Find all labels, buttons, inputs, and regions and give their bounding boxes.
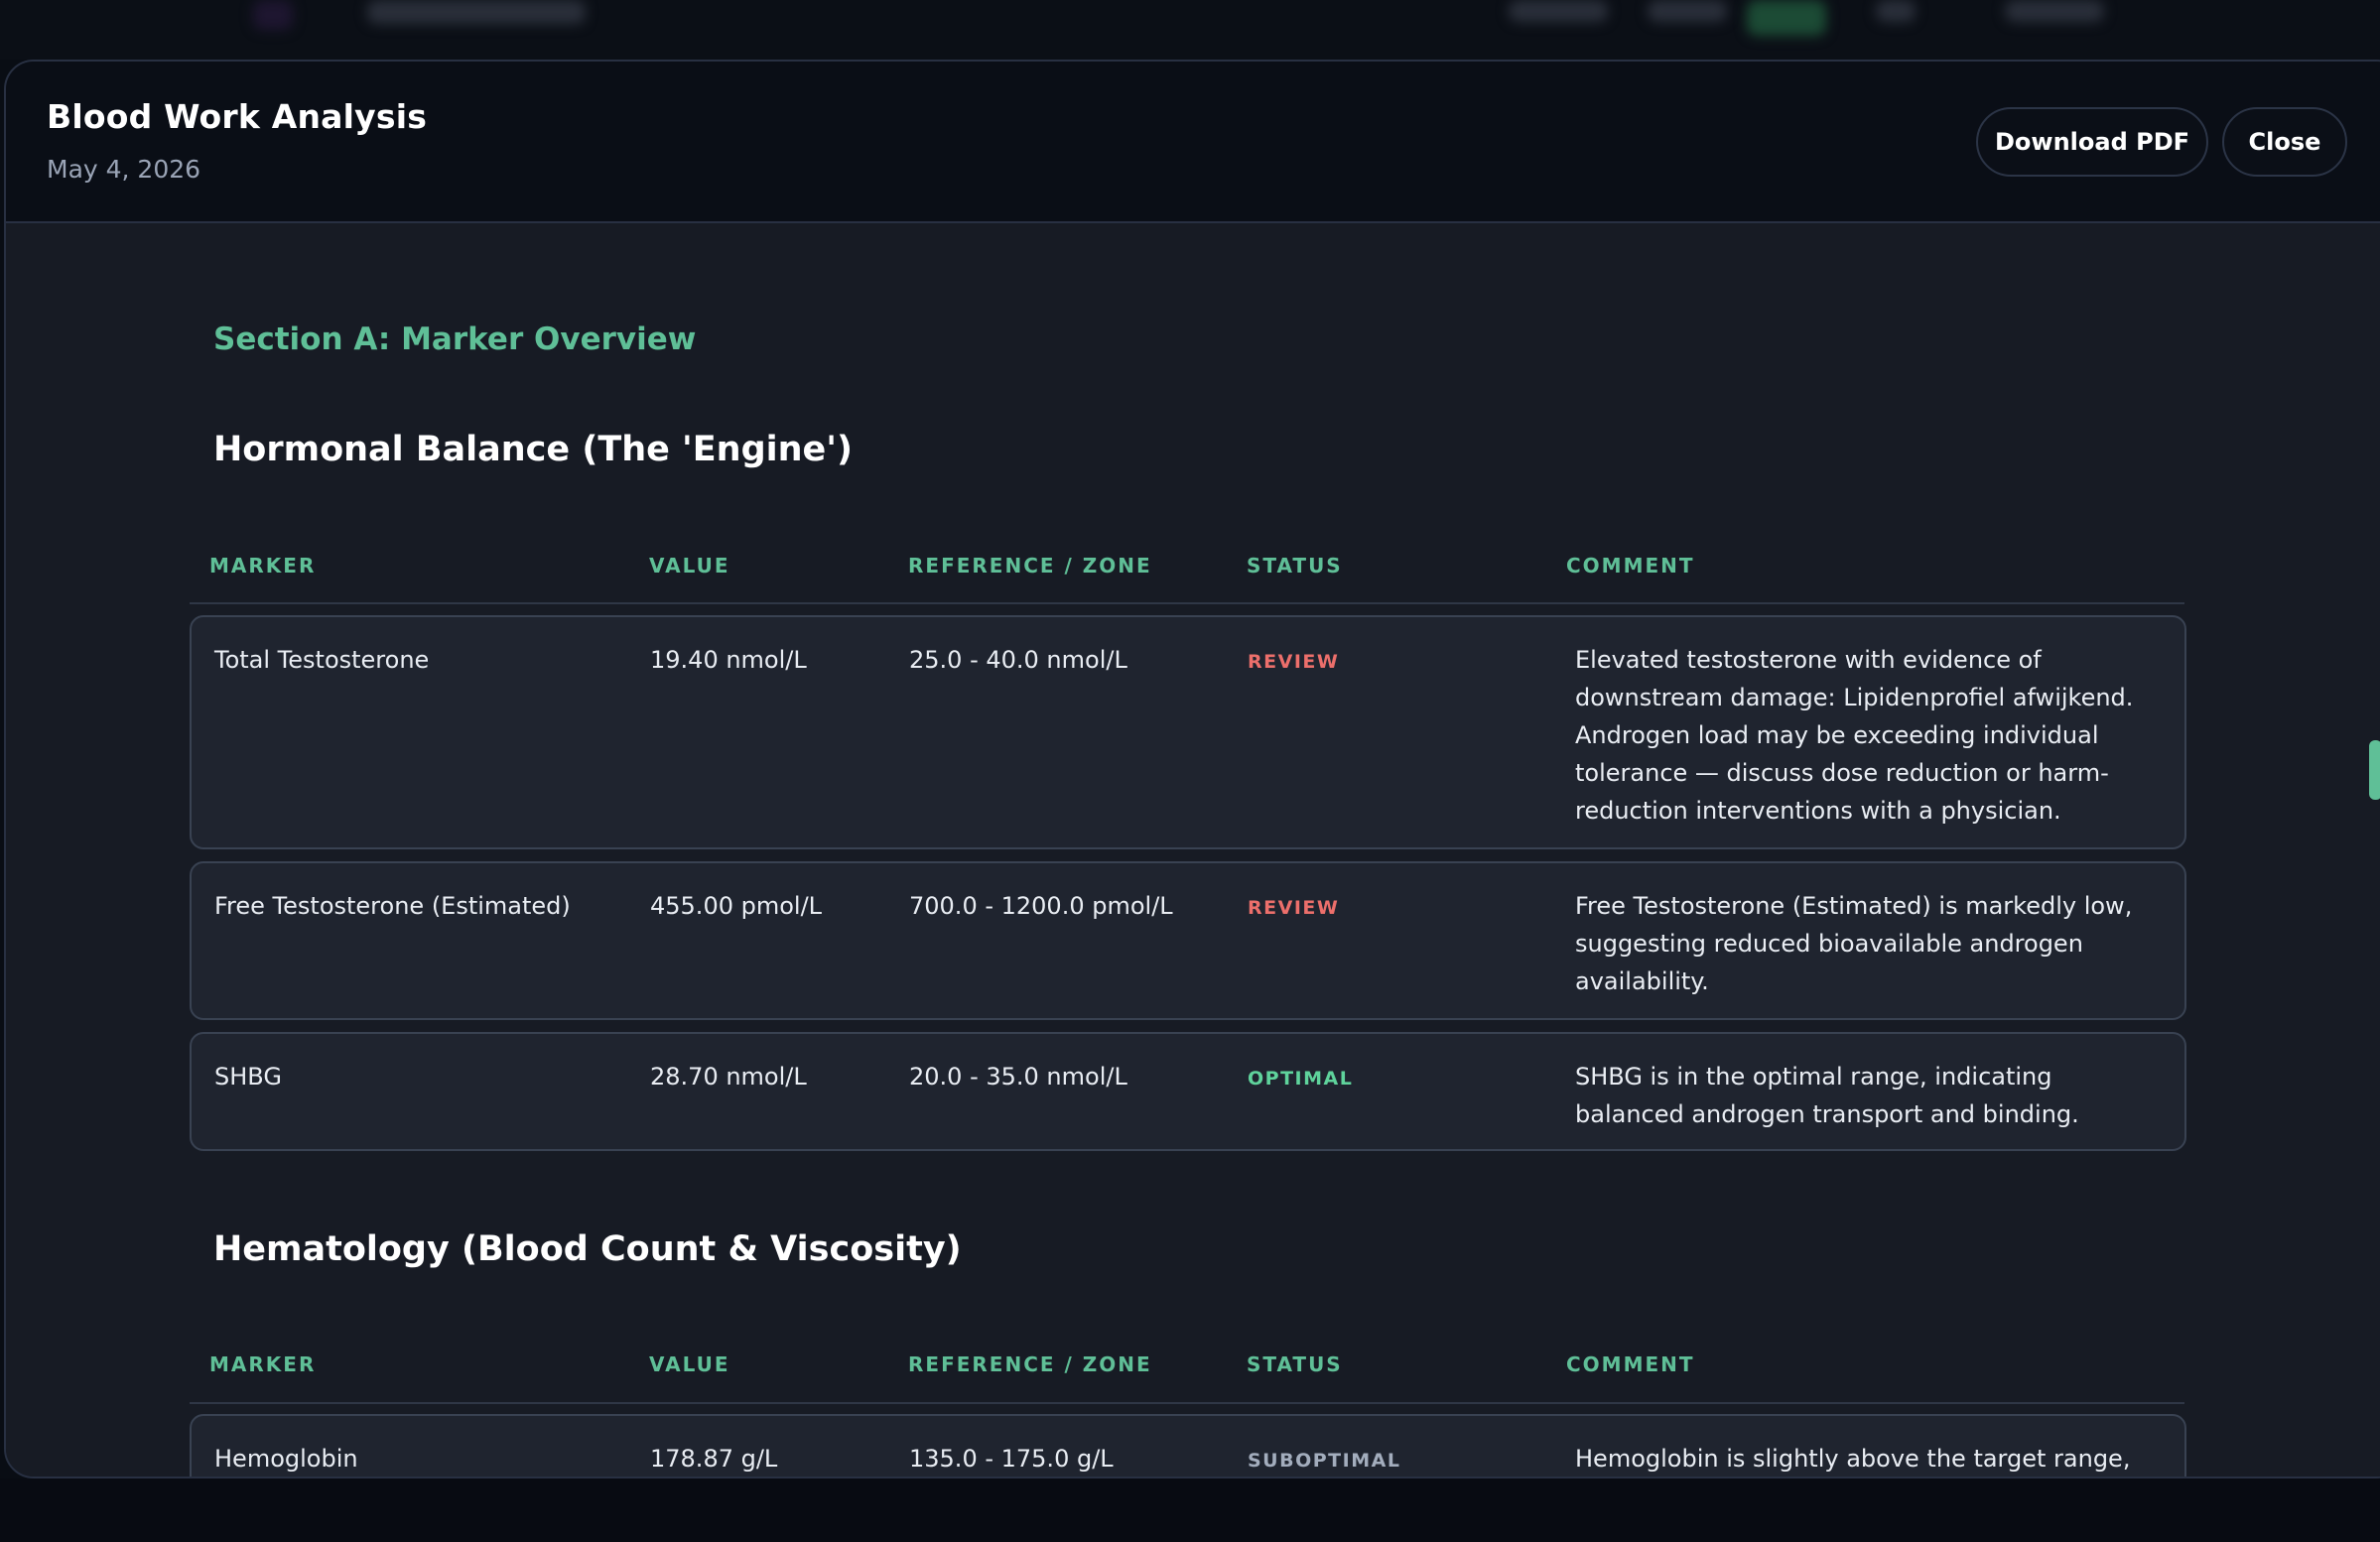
background-nav-item-active <box>1747 0 1826 36</box>
table-row: SHBG 28.70 nmol/L 20.0 - 35.0 nmol/L OPT… <box>190 1032 2186 1151</box>
report-date: May 4, 2026 <box>47 155 201 184</box>
marker-comment: Free Testosterone (Estimated) is markedl… <box>1575 892 2133 995</box>
marker-comment: SHBG is in the optimal range, indicating… <box>1575 1063 2079 1128</box>
group-title-hormonal: Hormonal Balance (The 'Engine') <box>213 430 853 469</box>
table-row: Hemoglobin 178.87 g/L 135.0 - 175.0 g/L … <box>190 1414 2186 1477</box>
status-badge: REVIEW <box>1248 651 1340 673</box>
status-badge: OPTIMAL <box>1248 1068 1354 1090</box>
column-header-marker: MARKER <box>209 1352 317 1376</box>
marker-reference: 25.0 - 40.0 nmol/L <box>909 646 1127 674</box>
table-row: Total Testosterone 19.40 nmol/L 25.0 - 4… <box>190 615 2186 849</box>
background-nav-item <box>1648 0 1727 22</box>
scrollbar-thumb[interactable] <box>2369 740 2380 800</box>
blood-work-modal: Blood Work Analysis May 4, 2026 Download… <box>4 60 2380 1478</box>
column-header-value: VALUE <box>649 554 730 578</box>
column-header-value: VALUE <box>649 1352 730 1376</box>
marker-comment: Hemoglobin is slightly above the target … <box>1575 1445 2131 1473</box>
marker-comment: Elevated testosterone with evidence of d… <box>1575 646 2134 825</box>
marker-name: Hemoglobin <box>214 1445 358 1473</box>
section-title: Section A: Marker Overview <box>213 321 697 357</box>
marker-reference: 700.0 - 1200.0 pmol/L <box>909 892 1173 920</box>
background-footer <box>0 1478 2380 1542</box>
group-title-hematology: Hematology (Blood Count & Viscosity) <box>213 1229 962 1269</box>
marker-reference: 20.0 - 35.0 nmol/L <box>909 1063 1127 1091</box>
background-nav-icon <box>1876 0 1916 22</box>
column-header-status: STATUS <box>1247 554 1343 578</box>
marker-value: 28.70 nmol/L <box>650 1063 807 1091</box>
close-button[interactable]: Close <box>2222 107 2347 177</box>
modal-header: Blood Work Analysis May 4, 2026 Download… <box>6 62 2380 223</box>
status-badge: REVIEW <box>1248 897 1340 919</box>
marker-reference: 135.0 - 175.0 g/L <box>909 1445 1114 1473</box>
modal-body[interactable]: Section A: Marker Overview Hormonal Bala… <box>6 225 2380 1477</box>
column-header-reference: REFERENCE / ZONE <box>908 1352 1152 1376</box>
column-header-comment: COMMENT <box>1566 554 1695 578</box>
background-nav-item <box>1509 0 1608 22</box>
background-app-bar <box>0 0 2380 60</box>
background-logo <box>253 0 293 30</box>
marker-name: Free Testosterone (Estimated) <box>214 892 571 920</box>
marker-name: SHBG <box>214 1063 282 1091</box>
background-nav-item <box>2005 0 2104 22</box>
marker-name: Total Testosterone <box>214 646 430 674</box>
header-divider <box>190 602 2184 604</box>
header-divider <box>190 1402 2184 1404</box>
download-pdf-button[interactable]: Download PDF <box>1976 107 2208 177</box>
column-header-marker: MARKER <box>209 554 317 578</box>
marker-value: 178.87 g/L <box>650 1445 778 1473</box>
status-badge: SUBOPTIMAL <box>1248 1450 1401 1472</box>
marker-value: 19.40 nmol/L <box>650 646 807 674</box>
modal-title: Blood Work Analysis <box>47 97 428 136</box>
column-header-reference: REFERENCE / ZONE <box>908 554 1152 578</box>
marker-value: 455.00 pmol/L <box>650 892 823 920</box>
table-row: Free Testosterone (Estimated) 455.00 pmo… <box>190 861 2186 1020</box>
column-header-comment: COMMENT <box>1566 1352 1695 1376</box>
background-title <box>367 0 586 24</box>
column-header-status: STATUS <box>1247 1352 1343 1376</box>
